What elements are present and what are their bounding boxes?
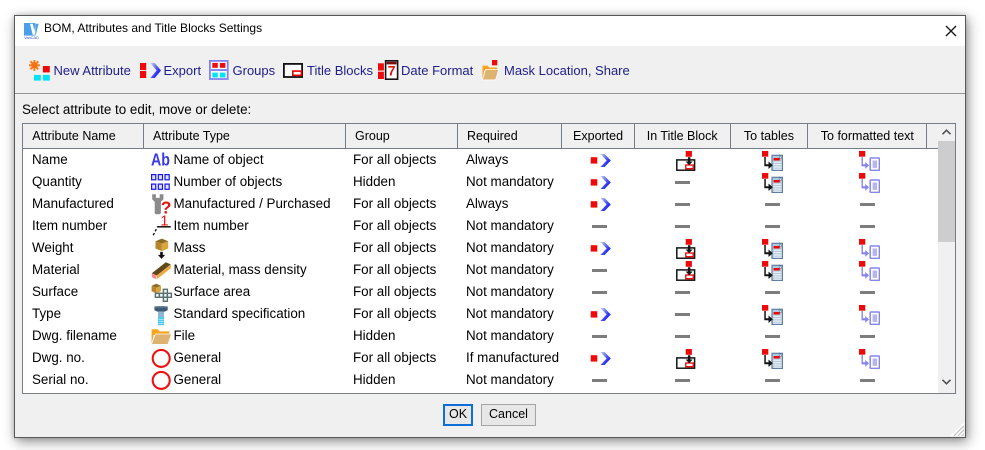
svg-text:1: 1: [160, 215, 168, 230]
svg-text:VariCAD: VariCAD: [24, 36, 39, 39]
svg-text:Ab: Ab: [151, 152, 170, 169]
svg-text:?: ?: [160, 198, 171, 215]
svg-text:7: 7: [388, 63, 396, 79]
